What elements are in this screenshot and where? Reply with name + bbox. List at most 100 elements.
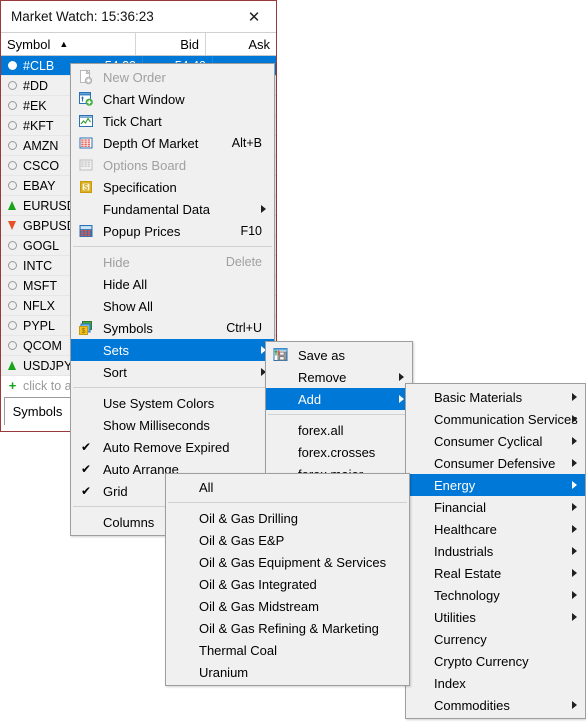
column-header-ask[interactable]: Ask [206, 33, 276, 55]
menu-item-oil-gas-integrated[interactable]: Oil & Gas Integrated [166, 573, 409, 595]
popup-prices-icon [71, 223, 101, 239]
chevron-right-icon [572, 547, 577, 555]
menu-item-sets[interactable]: Sets [71, 339, 274, 361]
symbols-icon: $ [71, 320, 101, 336]
menu-item-label: Industrials [434, 543, 494, 559]
menu-item-technology[interactable]: Technology [406, 584, 585, 606]
menu-item-show-all[interactable]: Show All [71, 295, 274, 317]
bullet-icon [8, 181, 17, 190]
menu-item-energy[interactable]: Energy [406, 474, 585, 496]
submenu-energy-industries[interactable]: All Oil & Gas Drilling Oil & Gas E&P Oil & … [165, 473, 410, 686]
symbol-label: INTC [23, 258, 53, 273]
symbol-name-cell[interactable]: AMZN [1, 136, 73, 155]
symbol-name-cell[interactable]: GOGL [1, 236, 73, 255]
menu-item-oil-gas-drilling[interactable]: Oil & Gas Drilling [166, 507, 409, 529]
close-icon[interactable]: ✕ [232, 1, 276, 32]
menu-item-depth-of-market[interactable]: Depth Of Market Alt+B [71, 132, 274, 154]
menu-item-save-as[interactable]: Save as [266, 344, 412, 366]
symbol-label: click to a [23, 378, 72, 393]
menu-item-label: Currency [434, 631, 487, 647]
symbol-name-cell[interactable]: #EK [1, 96, 73, 115]
specification-icon: $ [71, 179, 101, 195]
symbol-name-cell[interactable]: INTC [1, 256, 73, 275]
menu-item-forex-all[interactable]: forex.all [266, 419, 412, 441]
menu-item-index[interactable]: Index [406, 672, 585, 694]
symbol-name-cell[interactable]: MSFT [1, 276, 73, 295]
menu-item-fundamental-data[interactable]: Fundamental Data [71, 198, 274, 220]
menu-item-oil-gas-equipment-services[interactable]: Oil & Gas Equipment & Services [166, 551, 409, 573]
svg-text:$: $ [84, 183, 89, 192]
menu-item-healthcare[interactable]: Healthcare [406, 518, 585, 540]
menu-item-thermal-coal[interactable]: Thermal Coal [166, 639, 409, 661]
chevron-right-icon [399, 395, 404, 403]
symbol-name-cell[interactable]: #CLB [1, 56, 73, 75]
menu-item-hide-all[interactable]: Hide All [71, 273, 274, 295]
menu-item-add[interactable]: Add [266, 388, 412, 410]
symbol-name-cell[interactable]: #DD [1, 76, 73, 95]
menu-item-industrials[interactable]: Industrials [406, 540, 585, 562]
menu-item-label: Auto Remove Expired [103, 439, 230, 455]
menu-item-auto-remove-expired[interactable]: ✔ Auto Remove Expired [71, 436, 274, 458]
menu-item-tick-chart[interactable]: Tick Chart [71, 110, 274, 132]
tab-symbols[interactable]: Symbols [4, 397, 71, 425]
menu-item-popup-prices[interactable]: Popup Prices F10 [71, 220, 274, 242]
symbol-label: #KFT [23, 118, 54, 133]
menu-item-crypto-currency[interactable]: Crypto Currency [406, 650, 585, 672]
bullet-icon [8, 61, 17, 70]
symbol-name-cell[interactable]: QCOM [1, 336, 73, 355]
symbol-name-cell[interactable]: GBPUSD [1, 216, 76, 235]
menu-item-chart-window[interactable]: Chart Window [71, 88, 274, 110]
menu-item-label: Oil & Gas Integrated [199, 576, 317, 592]
menu-item-specification[interactable]: $ Specification [71, 176, 274, 198]
menu-item-use-system-colors[interactable]: Use System Colors [71, 392, 274, 414]
menu-item-oil-gas-e-p[interactable]: Oil & Gas E&P [166, 529, 409, 551]
symbol-name-cell[interactable]: #KFT [1, 116, 73, 135]
column-header-bid[interactable]: Bid [136, 33, 206, 55]
menu-item-uranium[interactable]: Uranium [166, 661, 409, 683]
menu-item-consumer-cyclical[interactable]: Consumer Cyclical [406, 430, 585, 452]
menu-item-label: Oil & Gas Midstream [199, 598, 319, 614]
menu-item-remove[interactable]: Remove [266, 366, 412, 388]
menu-item-currency[interactable]: Currency [406, 628, 585, 650]
submenu-sets[interactable]: Save asRemoveAddforex.allforex.crossesfo… [265, 341, 413, 488]
chevron-right-icon [572, 701, 577, 709]
bullet-icon [8, 141, 17, 150]
menu-item-label: Consumer Defensive [434, 455, 556, 471]
menu-item-sort[interactable]: Sort [71, 361, 274, 383]
menu-item-show-milliseconds[interactable]: Show Milliseconds [71, 414, 274, 436]
menu-item-real-estate[interactable]: Real Estate [406, 562, 585, 584]
check-icon: ✔ [80, 484, 92, 498]
menu-item-forex-crosses[interactable]: forex.crosses [266, 441, 412, 463]
menu-item-label: Consumer Cyclical [434, 433, 543, 449]
column-header-symbol[interactable]: Symbol ▲ [1, 33, 136, 55]
menu-item-basic-materials[interactable]: Basic Materials [406, 386, 585, 408]
page-title: Market Watch: 15:36:23 [11, 9, 154, 24]
menu-item-commodities[interactable]: Commodities [406, 694, 585, 716]
menu-item-communication-services[interactable]: Communication Services [406, 408, 585, 430]
symbol-name-cell[interactable]: EURUSD [1, 196, 76, 215]
menu-item-label: New Order [103, 69, 166, 85]
menu-item-all[interactable]: All [166, 476, 409, 498]
symbol-name-cell[interactable]: CSCO [1, 156, 73, 175]
symbol-name-cell[interactable]: PYPL [1, 316, 73, 335]
menu-item-oil-gas-refining-marketing[interactable]: Oil & Gas Refining & Marketing [166, 617, 409, 639]
menu-item-oil-gas-midstream[interactable]: Oil & Gas Midstream [166, 595, 409, 617]
menu-item-label: Fundamental Data [103, 201, 210, 217]
symbol-name-cell[interactable]: USDJPY [1, 356, 73, 375]
column-headers: Symbol ▲ Bid Ask [1, 32, 276, 56]
menu-item-consumer-defensive[interactable]: Consumer Defensive [406, 452, 585, 474]
menu-item-utilities[interactable]: Utilities [406, 606, 585, 628]
symbol-name-cell[interactable]: NFLX [1, 296, 73, 315]
menu-item-label: Oil & Gas Refining & Marketing [199, 620, 379, 636]
menu-item-label: Real Estate [434, 565, 502, 581]
symbol-label: EBAY [23, 178, 56, 193]
symbol-label: GOGL [23, 238, 60, 253]
menu-item-label: Symbols [103, 320, 153, 336]
context-menu-market-watch[interactable]: New Order Chart Window Tick Chart Depth Of … [70, 63, 275, 536]
menu-item-financial[interactable]: Financial [406, 496, 585, 518]
symbol-name-cell[interactable]: EBAY [1, 176, 73, 195]
submenu-add-sectors[interactable]: Basic Materials Communication Services Con… [405, 383, 586, 719]
options-board-icon [71, 157, 101, 173]
menu-item-symbols[interactable]: $ Symbols Ctrl+U [71, 317, 274, 339]
window-titlebar: Market Watch: 15:36:23 ✕ [1, 1, 276, 32]
